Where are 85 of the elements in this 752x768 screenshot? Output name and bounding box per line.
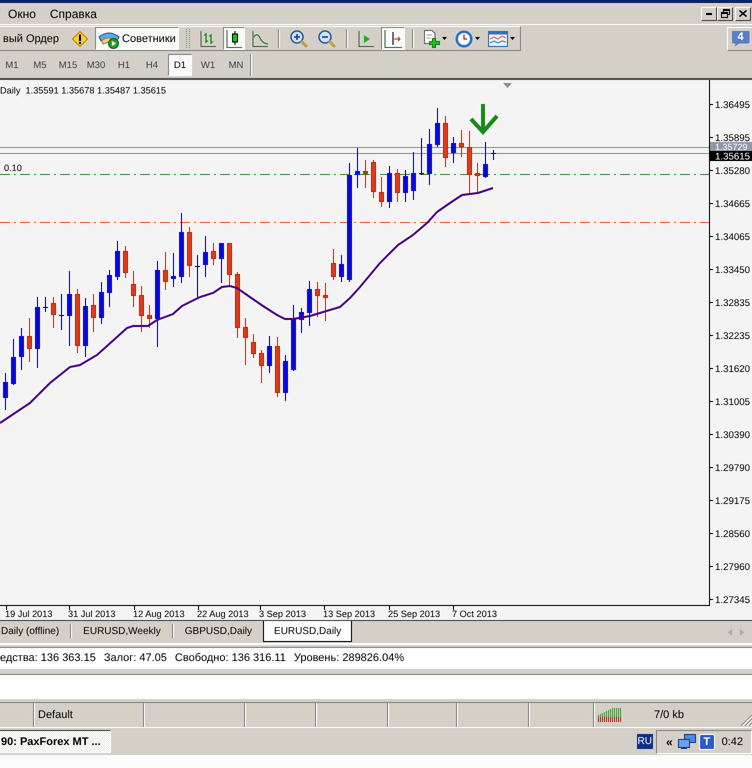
axis-arrow-icon	[358, 30, 374, 46]
shift-marker-icon	[503, 83, 512, 88]
restore-button[interactable]	[717, 6, 733, 20]
price-axis-label: 1.34665	[715, 199, 750, 210]
price-axis-label: 1.30390	[715, 430, 750, 441]
bid-price-tag: 1.35615	[710, 151, 752, 162]
chart-tab[interactable]: Daily (offline)	[0, 621, 70, 642]
network-icon[interactable]	[678, 734, 696, 749]
traffic-label: 7/0 kb	[654, 709, 684, 721]
connection-bars-icon	[598, 708, 621, 722]
order-button[interactable]: вый Ордер	[0, 27, 62, 50]
language-indicator[interactable]: RU	[636, 734, 653, 749]
price-axis-label: 1.33450	[715, 265, 750, 276]
restore-icon	[720, 9, 730, 18]
close-button[interactable]	[735, 6, 751, 20]
chart-tab[interactable]: GBPUSD,Daily	[174, 621, 264, 642]
tray-app-badge[interactable]: T	[698, 734, 715, 750]
price-axis-label: 1.31620	[715, 364, 750, 375]
date-axis-label: 12 Aug 2013	[133, 609, 185, 619]
warning-icon	[72, 30, 88, 46]
price-axis-label: 1.32235	[715, 331, 750, 342]
date-axis-label: 13 Sep 2013	[323, 609, 376, 619]
clock-icon	[454, 30, 473, 48]
timeframe-button[interactable]: D1	[168, 54, 192, 76]
candlestick-button[interactable]	[222, 27, 245, 50]
price-axis-label: 1.28560	[715, 529, 750, 540]
close-icon	[739, 10, 747, 17]
price-axis-label: 1.29175	[715, 496, 750, 507]
minimize-icon	[706, 12, 712, 14]
timeframe-button[interactable]: W1	[196, 54, 220, 76]
price-axis-label: 1.32835	[715, 298, 750, 309]
timeframe-button[interactable]: MN	[224, 54, 248, 76]
ask-price-tag: 1.35729	[710, 142, 752, 152]
bar-chart-icon	[200, 30, 216, 46]
price-axis-label: 1.34065	[715, 232, 750, 243]
caret-icon	[510, 37, 515, 40]
date-axis-label: 3 Sep 2013	[259, 609, 306, 619]
axis-shift-icon	[384, 30, 402, 48]
price-axis-label: 1.36495	[715, 100, 750, 111]
price-axis-label: 1.35280	[715, 166, 750, 177]
menu-item[interactable]: Окно	[1, 6, 43, 22]
account-field: Свободно: 136 316.11	[174, 652, 286, 664]
account-field: едства: 136 363.15	[0, 652, 96, 664]
messages-button[interactable]: 4	[732, 30, 750, 46]
price-axis-label: 1.27960	[715, 562, 750, 573]
timeframe-button[interactable]: H4	[140, 54, 164, 76]
clock-label: 0:42	[722, 736, 743, 748]
add-document-icon	[422, 30, 440, 48]
date-axis-label: 31 Jul 2013	[68, 609, 116, 619]
date-axis-label: 25 Sep 2013	[388, 609, 440, 619]
caret-icon	[474, 37, 480, 40]
price-axis-label: 1.29790	[715, 463, 750, 474]
timeframe-button[interactable]: M1	[0, 54, 24, 76]
timeframe-button[interactable]: M5	[28, 54, 52, 76]
tray-expand-button[interactable]: «	[664, 734, 675, 748]
date-axis-label: 7 Oct 2013	[452, 609, 497, 619]
zoom-out-icon	[318, 30, 336, 48]
chart-tab[interactable]: EURUSD,Daily	[263, 621, 352, 642]
date-axis-label: 19 Jul 2013	[5, 609, 53, 619]
arrow-right-icon	[740, 628, 744, 636]
account-field: Залог: 47.05	[104, 652, 167, 664]
zoom-in-icon	[290, 30, 308, 48]
chart-tab[interactable]: EURUSD,Weekly	[72, 621, 172, 642]
timeframe-button[interactable]: M15	[56, 54, 80, 76]
chart-header: Daily 1.35591 1.35678 1.35487 1.35615	[0, 86, 166, 96]
caret-icon	[442, 37, 447, 40]
account-field: Уровень: 289826.04%	[294, 652, 404, 664]
profile-label: Default	[38, 709, 73, 721]
level-label: 0.10	[4, 163, 22, 173]
candlestick-icon	[226, 30, 242, 48]
timeframe-button[interactable]: H1	[112, 54, 136, 76]
down-arrow-icon	[469, 102, 499, 135]
price-axis-label: 1.27345	[715, 595, 750, 606]
minimize-button[interactable]	[701, 6, 717, 20]
taskbar-button[interactable]: 90: PaxForex MT ...	[0, 730, 111, 753]
timeframe-button[interactable]: M30	[84, 54, 108, 76]
experts-button[interactable]: Советники	[95, 27, 179, 50]
price-axis-label: 1.35895	[715, 133, 750, 144]
date-axis-label: 22 Aug 2013	[197, 609, 249, 619]
menu-item[interactable]: Справка	[42, 6, 104, 22]
arrow-left-icon	[728, 628, 732, 636]
line-chart-icon	[252, 30, 268, 46]
price-axis-label: 1.31005	[715, 397, 750, 408]
chart-shift-button[interactable]	[380, 27, 405, 50]
chart-window-icon	[488, 30, 508, 46]
